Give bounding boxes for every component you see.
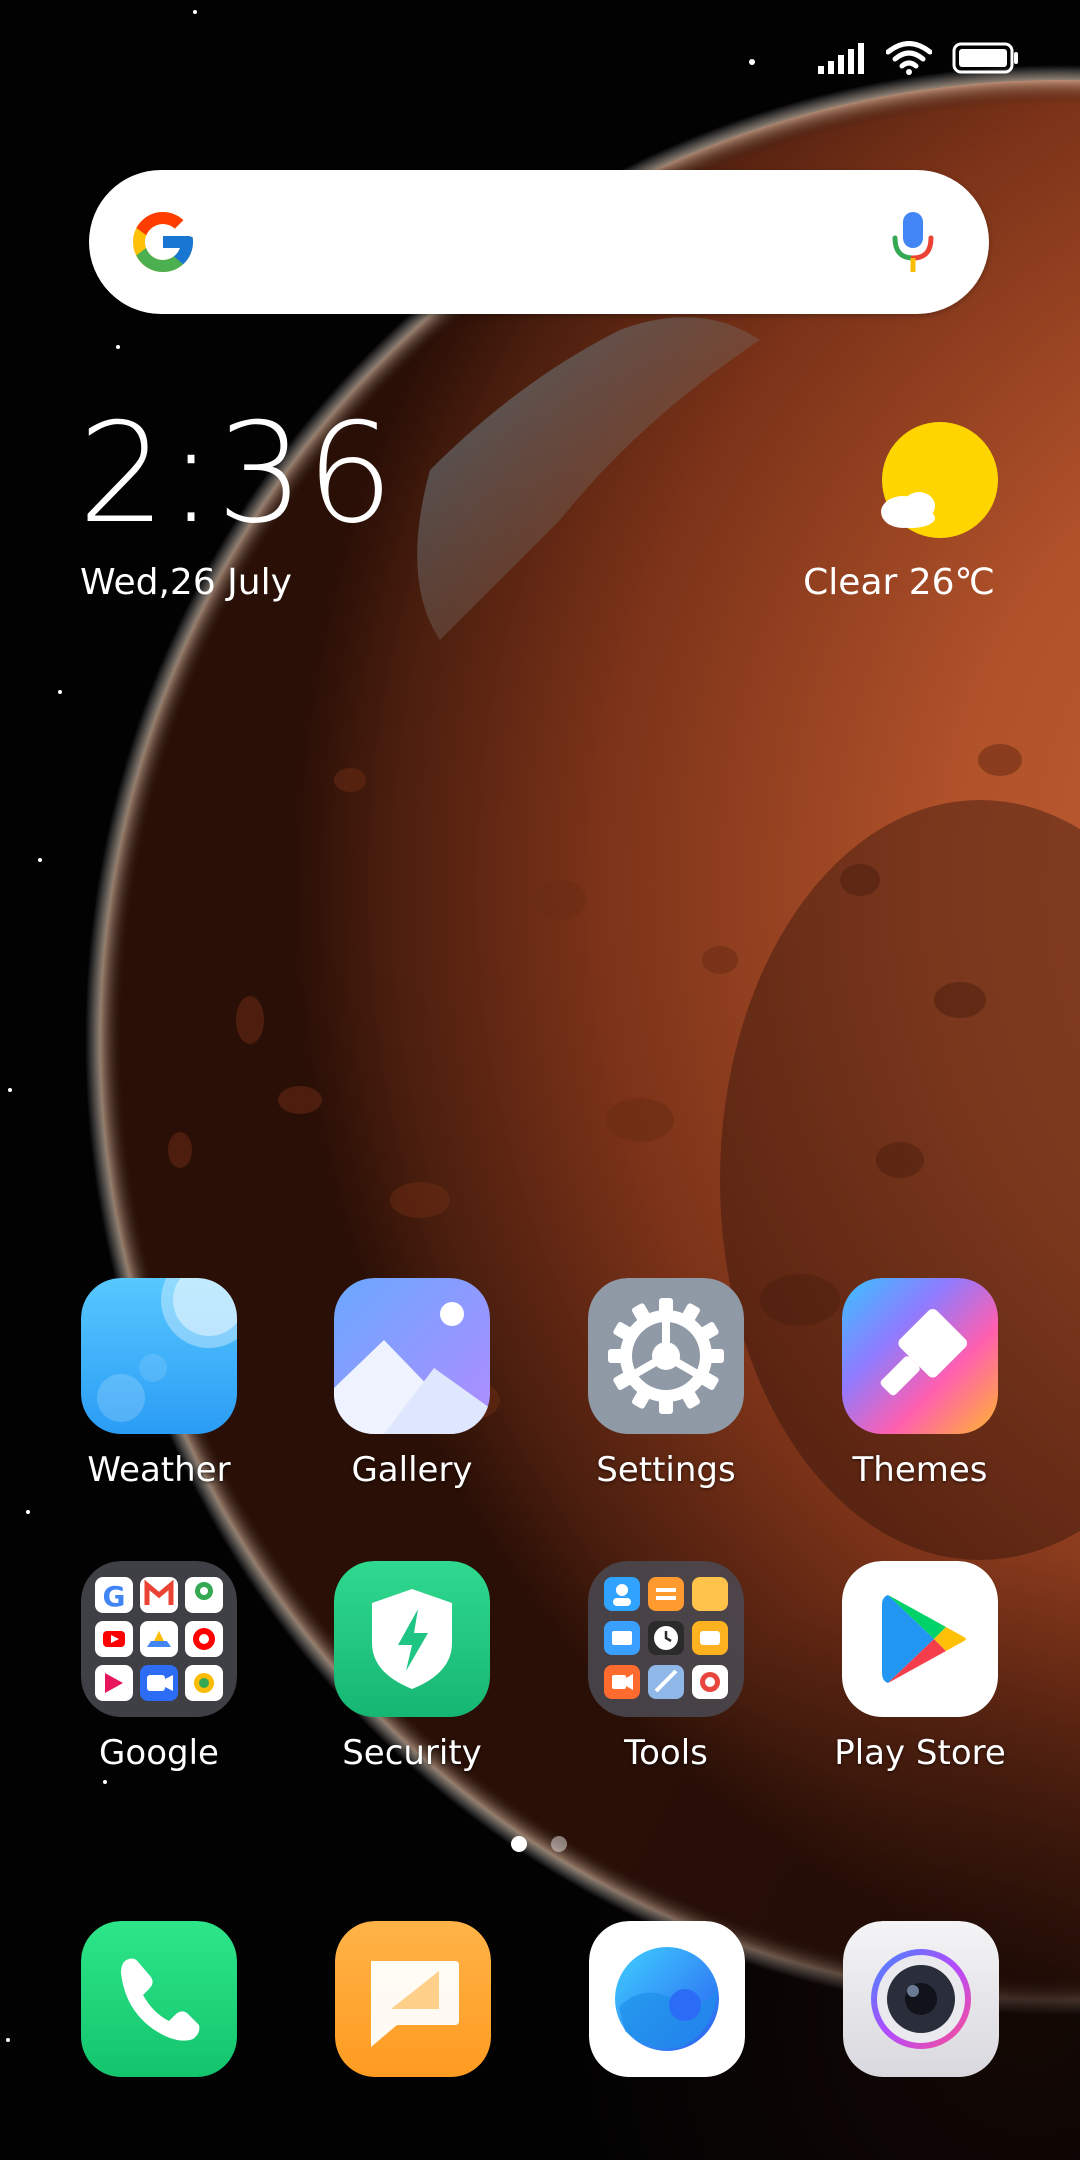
app-label: Security xyxy=(342,1733,482,1773)
app-label: Settings xyxy=(596,1450,736,1490)
home-screen: 2:36 Wed,26 July Clear 26℃ Weather Galle… xyxy=(0,0,1080,2160)
dock-camera[interactable] xyxy=(843,1921,999,2077)
page-indicator xyxy=(511,1836,567,1852)
dock-browser[interactable] xyxy=(589,1921,745,2077)
gallery-app-icon xyxy=(334,1278,490,1434)
settings-app-icon xyxy=(588,1278,744,1434)
app-label: Weather xyxy=(87,1450,231,1490)
app-gallery[interactable]: Gallery xyxy=(302,1278,522,1490)
app-play-store[interactable]: Play Store xyxy=(810,1561,1030,1773)
messages-app-icon xyxy=(335,1921,491,2077)
battery-icon xyxy=(952,42,1018,74)
svg-text:G: G xyxy=(103,1580,126,1613)
app-settings[interactable]: Settings xyxy=(556,1278,776,1490)
security-app-icon xyxy=(334,1561,490,1717)
dock-phone[interactable] xyxy=(81,1921,237,2077)
signal-icon xyxy=(818,43,864,74)
sun-cloud-icon[interactable] xyxy=(875,420,1005,540)
tools-folder-icon xyxy=(588,1561,744,1717)
folder-tools[interactable]: Tools xyxy=(556,1561,776,1773)
app-weather[interactable]: Weather xyxy=(49,1278,269,1490)
mic-icon[interactable] xyxy=(891,210,935,276)
google-logo-icon xyxy=(133,212,193,272)
google-folder-icon: G xyxy=(81,1561,237,1717)
camera-app-icon xyxy=(843,1921,999,2077)
page-dot-active[interactable] xyxy=(511,1836,527,1852)
google-search-bar[interactable] xyxy=(89,170,989,314)
browser-app-icon xyxy=(589,1921,745,2077)
app-themes[interactable]: Themes xyxy=(810,1278,1030,1490)
clock-time[interactable]: 2:36 xyxy=(78,405,396,543)
play-store-app-icon xyxy=(842,1561,998,1717)
app-label: Themes xyxy=(852,1450,988,1490)
wifi-icon xyxy=(886,41,932,75)
phone-app-icon xyxy=(81,1921,237,2077)
folder-google[interactable]: G Google xyxy=(49,1561,269,1773)
app-label: Tools xyxy=(624,1733,708,1773)
clock-date[interactable]: Wed,26 July xyxy=(80,562,292,603)
weather-app-icon xyxy=(81,1278,237,1434)
weather-summary[interactable]: Clear 26℃ xyxy=(803,562,995,603)
app-label: Play Store xyxy=(834,1733,1006,1773)
page-dot[interactable] xyxy=(551,1836,567,1852)
app-label: Google xyxy=(99,1733,219,1773)
status-bar xyxy=(818,38,1020,78)
themes-app-icon xyxy=(842,1278,998,1434)
app-label: Gallery xyxy=(351,1450,473,1490)
dock-messages[interactable] xyxy=(335,1921,491,2077)
app-security[interactable]: Security xyxy=(302,1561,522,1773)
